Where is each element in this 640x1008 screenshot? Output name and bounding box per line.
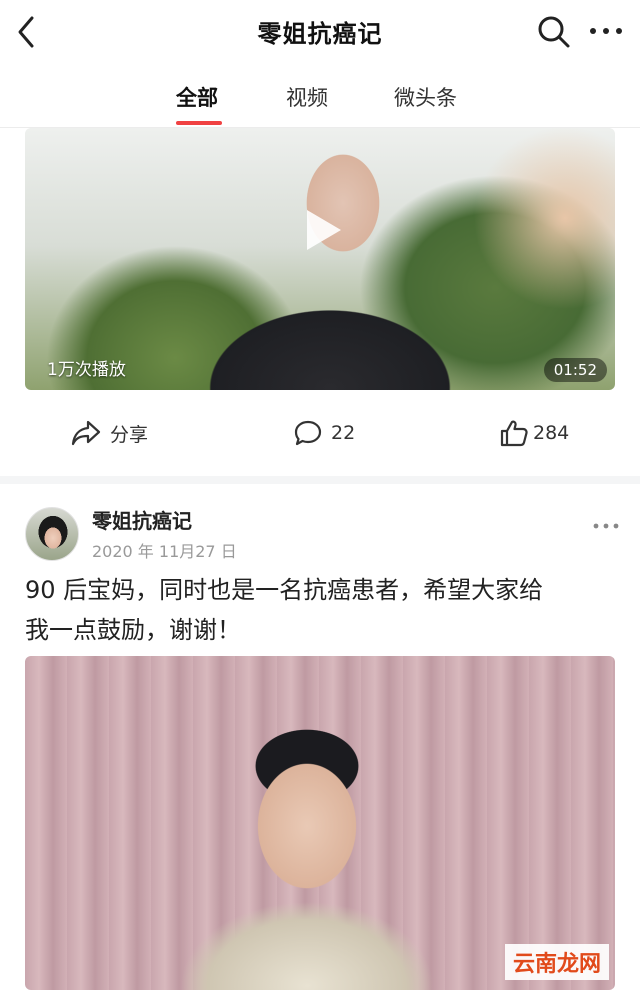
comment-count: 22 <box>331 422 356 444</box>
action-bar: 分享 22 284 <box>0 392 640 476</box>
tab-micro-headline[interactable]: 微头条 <box>394 82 457 112</box>
like-count: 284 <box>533 422 570 444</box>
post-date: 2020 年 11月27 日 <box>92 542 237 561</box>
tab-bar: 全部 视频 微头条 <box>0 66 640 128</box>
top-bar: 零姐抗癌记 <box>0 0 640 66</box>
video-thumbnail[interactable]: 1万次播放 01:52 <box>25 128 615 390</box>
more-horizontal-icon <box>590 28 622 34</box>
share-label: 分享 <box>110 423 149 446</box>
video-thumbnail[interactable]: 云南龙网 <box>25 656 615 990</box>
author-name[interactable]: 零姐抗癌记 <box>92 505 192 534</box>
thumbs-up-icon <box>500 420 528 447</box>
tab-all[interactable]: 全部 <box>176 82 218 112</box>
watermark: 云南龙网 <box>504 944 609 980</box>
play-icon <box>307 210 341 250</box>
view-count: 1万次播放 <box>47 360 126 380</box>
comment-icon <box>294 420 322 446</box>
post-text: 90 后宝妈，同时也是一名抗癌患者，希望大家给 我一点鼓励，谢谢！ <box>25 570 615 650</box>
comment-button[interactable]: 22 <box>293 418 355 448</box>
share-button[interactable]: 分享 <box>70 418 148 448</box>
more-button[interactable] <box>586 16 626 46</box>
section-divider <box>0 476 640 484</box>
video-duration: 01:52 <box>543 358 607 382</box>
search-button[interactable] <box>536 14 572 50</box>
post-more-button[interactable] <box>590 516 622 536</box>
search-icon <box>538 16 570 48</box>
like-button[interactable]: 284 <box>499 418 569 448</box>
more-horizontal-icon <box>593 523 619 529</box>
author-avatar[interactable] <box>25 507 79 561</box>
active-tab-indicator <box>176 121 222 125</box>
share-icon <box>71 420 101 446</box>
tab-video[interactable]: 视频 <box>286 82 328 112</box>
post-text-line: 我一点鼓励，谢谢！ <box>25 616 241 644</box>
post-text-line: 90 后宝妈，同时也是一名抗癌患者，希望大家给 <box>25 576 544 604</box>
